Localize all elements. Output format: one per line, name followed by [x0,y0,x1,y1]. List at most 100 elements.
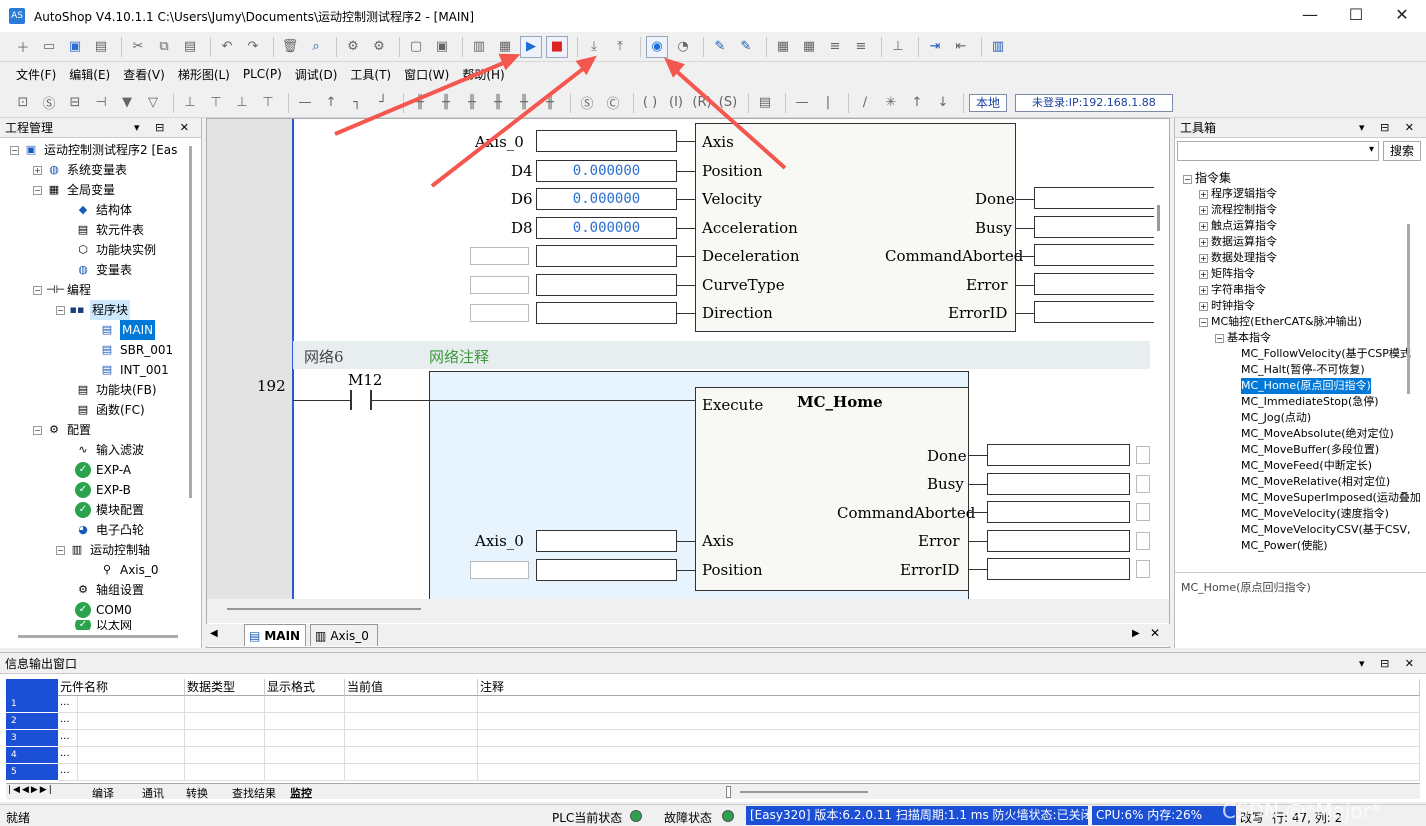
cut-icon[interactable]: ✂ [127,36,149,58]
fb2-error-field[interactable] [987,530,1130,552]
upload-icon[interactable]: ⤒ [609,36,631,58]
c-coil-icon[interactable]: Ⓒ [602,92,624,114]
collapse-icon[interactable]: − [1199,318,1208,327]
output-cell[interactable] [78,713,185,730]
tree-system-vars[interactable]: 系统变量表 [67,160,127,180]
output-cell[interactable] [185,730,265,747]
stop-icon[interactable]: ■ [546,35,568,58]
p-contact-icon[interactable]: ╫ [461,92,483,114]
output-cell[interactable] [478,713,1420,730]
output-cell[interactable] [478,764,1420,781]
redo-icon[interactable]: ↷ [242,36,264,58]
panel-icon[interactable]: ▥ [987,36,1009,58]
cross-icon[interactable]: ✳ [880,92,902,114]
tree-device-table[interactable]: 软元件表 [96,220,144,240]
toolbox-search-button[interactable]: 搜索 [1383,141,1421,161]
output-cell[interactable]: ... [58,764,78,781]
output-cell[interactable] [78,747,185,764]
tree-exp-b[interactable]: EXP-B [96,480,131,500]
expand-icon[interactable]: + [1199,286,1208,295]
fb1-position-value[interactable]: 0.000000 [536,160,677,182]
output-cell[interactable] [478,696,1420,713]
write-mode-icon[interactable]: ✎ [735,36,757,58]
toolbox-mc-item[interactable]: MC_MoveAbsolute(绝对定位) [1241,426,1394,442]
coil2-icon[interactable]: (I) [665,92,687,114]
open-folder-icon[interactable]: ▭ [38,36,60,58]
scroll-right-icon[interactable]: ▶ [1132,628,1140,639]
output-row-number[interactable]: 5 [6,764,58,781]
toolbox-mc-item[interactable]: MC_MoveVelocityCSV(基于CSV, [1241,522,1411,538]
tree-input-filter[interactable]: 输入滤波 [96,440,144,460]
login-status[interactable]: 未登录:IP:192.168.1.88 [1015,93,1173,112]
compile-icon[interactable]: ⚙ [342,36,364,58]
col-comment[interactable]: 注释 [478,679,1420,696]
toolbox-basic[interactable]: − 基本指令 [1215,330,1271,346]
hook-icon[interactable]: ┐ [346,92,368,114]
login-icon[interactable]: ⇥ [924,36,946,58]
fb1-error-field[interactable] [1034,273,1154,295]
down-icon[interactable]: ▼ [116,92,138,114]
output-cell[interactable] [185,764,265,781]
tree-ethernet[interactable]: 以太网 [96,620,132,630]
output-cell[interactable] [478,730,1420,747]
network-comment[interactable]: 网络注释 [429,346,489,367]
fb2-position-var[interactable] [470,561,529,579]
menu-tools[interactable]: 工具(T) [350,66,391,83]
fb1-busy-field[interactable] [1034,216,1154,238]
editor-scroll-thumb[interactable] [1157,205,1160,231]
expand-icon[interactable]: + [1199,206,1208,215]
fb2-commandaborted-field[interactable] [987,501,1130,523]
box-icon[interactable]: ⊟ [64,92,86,114]
tree-project-root[interactable]: 运动控制测试程序2 [Eas [44,140,177,160]
run-icon[interactable]: ▶ [520,35,542,58]
expand-icon[interactable]: + [1199,222,1208,231]
output-cell[interactable] [265,747,345,764]
up-icon[interactable]: ↑ [906,92,928,114]
logout-icon[interactable]: ⇤ [950,36,972,58]
branch-icon[interactable]: ⊥ [179,92,201,114]
tree-fb-instance[interactable]: 功能块实例 [96,240,156,260]
vline-icon[interactable]: ↑ [320,92,342,114]
col-display-format[interactable]: 显示格式 [265,679,345,696]
tree-struct[interactable]: 结构体 [96,200,132,220]
output-row[interactable]: ... [58,730,1420,747]
vertical-scrollbar[interactable] [189,146,192,498]
output-cell[interactable] [345,730,478,747]
monitor-icon[interactable]: ◉ [646,35,668,58]
output-cell[interactable]: ... [58,730,78,747]
output-cell[interactable] [345,747,478,764]
vbar-icon[interactable]: | [817,92,839,114]
expand-icon[interactable]: + [1199,254,1208,263]
fb1-errorid-field[interactable] [1034,301,1154,323]
toolbox-category[interactable]: + 字符串指令 [1199,282,1266,298]
toolbox-mc-item[interactable]: MC_FollowVelocity(基于CSP模式 [1241,346,1411,362]
output-cell[interactable] [265,713,345,730]
output-cell[interactable] [265,696,345,713]
expand-icon[interactable]: + [1199,270,1208,279]
fb1-commandaborted-field[interactable] [1034,244,1154,266]
chevron-down-icon[interactable]: ▾ [1369,144,1374,155]
down2-icon[interactable]: ▽ [142,92,164,114]
ladder-icon[interactable]: ⊡ [12,92,34,114]
output-controls[interactable]: ▾ ⊟ ✕ [1359,657,1420,670]
out-tab-comm[interactable]: 通讯 [142,785,164,801]
output-cell[interactable] [78,696,185,713]
collapse-icon[interactable]: − [56,545,65,555]
menu-ladder[interactable]: 梯形图(L) [178,66,230,83]
align-icon[interactable]: ≡ [824,36,846,58]
collapse-icon[interactable]: − [10,145,19,155]
tree-fb[interactable]: 功能块(FB) [96,380,157,400]
toolbox-category[interactable]: + 数据处理指令 [1199,250,1277,266]
local-button[interactable]: 本地 [969,93,1008,112]
fb2-errorid-field[interactable] [987,558,1130,580]
collapse-icon[interactable]: − [33,425,42,435]
tree-main[interactable]: MAIN [120,320,156,340]
output-cell[interactable] [78,730,185,747]
tree-programming[interactable]: 编程 [67,280,91,300]
toolbox-mc-item[interactable]: MC_MoveSuperImposed(运动叠加 [1241,490,1421,506]
monitor-edit-icon[interactable]: ◔ [672,36,694,58]
toolbox-category[interactable]: + 流程控制指令 [1199,202,1277,218]
grid2-icon[interactable]: ▦ [798,36,820,58]
window2-icon[interactable]: ▣ [431,36,453,58]
output-cell[interactable] [345,713,478,730]
